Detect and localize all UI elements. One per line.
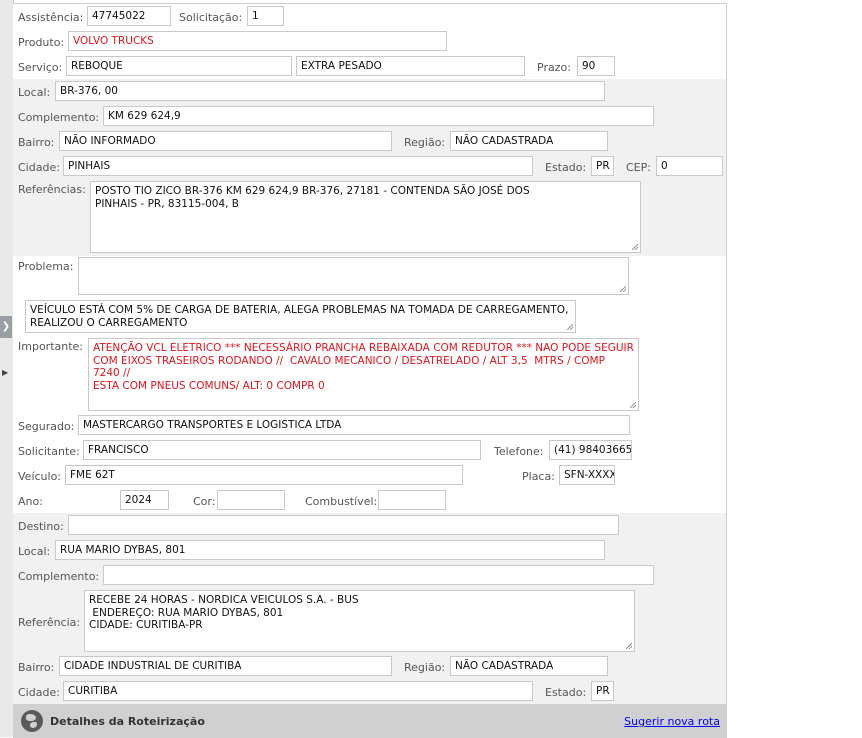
cor-field[interactable] bbox=[217, 490, 285, 510]
destino-estado-label: Estado: bbox=[545, 686, 587, 699]
importante-label: Importante: bbox=[18, 340, 84, 353]
problema-label: Problema: bbox=[18, 260, 74, 273]
solicitacao-label: Solicitação: bbox=[179, 11, 243, 24]
telefone-field[interactable]: (41) 984036658 bbox=[549, 440, 632, 460]
ano-field[interactable]: 2024 bbox=[120, 490, 169, 510]
placa-label: Placa: bbox=[522, 470, 555, 483]
combustivel-label: Combustível: bbox=[305, 495, 378, 508]
destino-label: Destino: bbox=[18, 520, 64, 533]
combustivel-field[interactable] bbox=[378, 490, 446, 510]
segurado-label: Segurado: bbox=[18, 420, 75, 433]
referencias-textarea[interactable]: POSTO TIO ZICO BR-376 KM 629 624,9 BR-37… bbox=[90, 181, 641, 253]
problema-textarea[interactable] bbox=[78, 257, 629, 295]
cidade-label: Cidade: bbox=[18, 161, 60, 174]
left-sidebar-strip: ❯ ▶ bbox=[0, 0, 14, 737]
local-field[interactable]: BR-376, 00 bbox=[55, 81, 605, 101]
destino-bairro-label: Bairro: bbox=[18, 661, 55, 674]
destino-bairro-field[interactable]: CIDADE INDUSTRIAL DE CURITIBA bbox=[59, 656, 392, 676]
destino-estado-field[interactable]: PR bbox=[591, 681, 614, 701]
servico-label: Serviço: bbox=[18, 61, 63, 74]
complemento-label: Complemento: bbox=[18, 111, 100, 124]
cor-label: Cor: bbox=[193, 495, 216, 508]
cep-label: CEP: bbox=[626, 161, 651, 174]
destino-complemento-label: Complemento: bbox=[18, 570, 100, 583]
solicitante-label: Solicitante: bbox=[18, 445, 80, 458]
destino-regiao-label: Região: bbox=[404, 661, 446, 674]
cep-field[interactable]: 0 bbox=[656, 156, 723, 176]
assistencia-field[interactable]: 47745022 bbox=[87, 6, 171, 26]
ano-label: Ano: bbox=[18, 495, 43, 508]
segurado-field[interactable]: MASTERCARGO TRANSPORTES E LOGISTICA LTDA bbox=[78, 415, 630, 435]
destino-cidade-label: Cidade: bbox=[18, 686, 60, 699]
destino-field[interactable] bbox=[68, 515, 619, 535]
telefone-label: Telefone: bbox=[494, 445, 544, 458]
expand-arrow-icon[interactable]: ▶ bbox=[2, 368, 8, 377]
bairro-field[interactable]: NÃO INFORMADO bbox=[59, 131, 392, 151]
globe-icon bbox=[21, 710, 43, 732]
bairro-label: Bairro: bbox=[18, 136, 55, 149]
service-details-panel: Assistência: 47745022 Solicitação: 1 Pro… bbox=[13, 3, 727, 738]
suggest-new-route-link[interactable]: Sugerir nova rota bbox=[624, 715, 720, 728]
referencias-label: Referências: bbox=[18, 183, 86, 196]
destino-cidade-field[interactable]: CURITIBA bbox=[63, 681, 533, 701]
referencia-textarea[interactable]: RECEBE 24 HORAS - NORDICA VEICULOS S.A. … bbox=[84, 590, 635, 652]
routing-details-footer: Detalhes da Roteirização Sugerir nova ro… bbox=[13, 704, 726, 738]
complemento-field[interactable]: KM 629 624,9 bbox=[103, 106, 654, 126]
collapse-panel-tab[interactable]: ❯ bbox=[0, 316, 12, 338]
placa-field[interactable]: SFN-XXXX bbox=[559, 465, 615, 485]
destino-complemento-field[interactable] bbox=[103, 565, 654, 585]
estado-field[interactable]: PR bbox=[591, 156, 614, 176]
local-label: Local: bbox=[18, 86, 51, 99]
prazo-field[interactable]: 90 bbox=[577, 56, 615, 76]
veiculo-field[interactable]: FME 62T bbox=[65, 465, 463, 485]
servico-tipo-field[interactable]: EXTRA PESADO bbox=[296, 56, 525, 76]
problema-descricao-textarea[interactable]: VEÍCULO ESTÁ COM 5% DE CARGA DE BATERIA,… bbox=[25, 300, 576, 333]
destino-local-field[interactable]: RUA MARIO DYBAS, 801 bbox=[55, 540, 605, 560]
assistencia-label: Assistência: bbox=[18, 11, 84, 24]
referencia-label: Referência: bbox=[18, 616, 81, 629]
prazo-label: Prazo: bbox=[537, 61, 571, 74]
importante-textarea[interactable]: ATENÇÃO VCL ELETRICO *** NECESSÁRIO PRAN… bbox=[88, 338, 639, 411]
produto-field[interactable]: VOLVO TRUCKS bbox=[68, 31, 447, 51]
produto-label: Produto: bbox=[18, 36, 65, 49]
regiao-field[interactable]: NÃO CADASTRADA bbox=[450, 131, 608, 151]
servico-field[interactable]: REBOQUE bbox=[66, 56, 292, 76]
estado-label: Estado: bbox=[545, 161, 587, 174]
destino-regiao-field[interactable]: NÃO CADASTRADA bbox=[450, 656, 608, 676]
cidade-field[interactable]: PINHAIS bbox=[63, 156, 533, 176]
solicitacao-field[interactable]: 1 bbox=[247, 6, 284, 26]
veiculo-label: Veículo: bbox=[18, 470, 62, 483]
routing-details-title: Detalhes da Roteirização bbox=[50, 715, 205, 728]
destino-local-label: Local: bbox=[18, 545, 51, 558]
regiao-label: Região: bbox=[404, 136, 446, 149]
solicitante-field[interactable]: FRANCISCO bbox=[83, 440, 481, 460]
